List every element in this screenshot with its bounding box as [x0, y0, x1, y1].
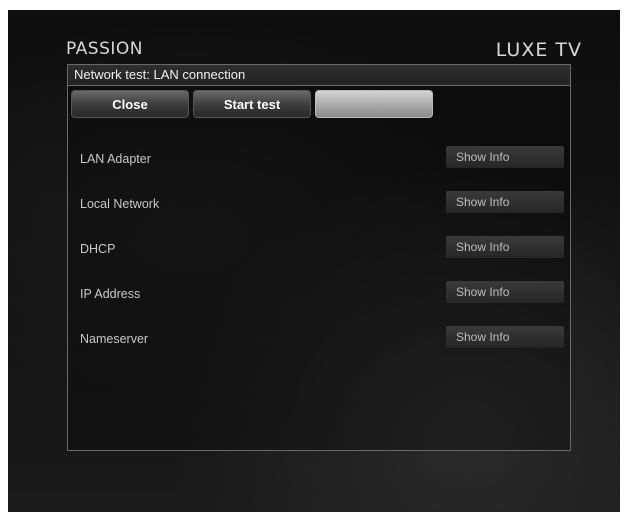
- row-label: IP Address: [80, 287, 141, 301]
- row-label: Nameserver: [80, 332, 149, 346]
- button-row: Close Start test: [71, 90, 433, 118]
- close-button[interactable]: Close: [71, 90, 189, 118]
- show-info-button[interactable]: Show Info: [446, 236, 564, 258]
- show-info-button[interactable]: Show Info: [446, 326, 564, 348]
- row-dhcp: DHCP Show Info: [80, 236, 570, 281]
- row-lan-adapter: LAN Adapter Show Info: [80, 146, 570, 191]
- row-ip-address: IP Address Show Info: [80, 281, 570, 326]
- test-rows: LAN Adapter Show Info Local Network Show…: [80, 146, 570, 371]
- show-info-button[interactable]: Show Info: [446, 191, 564, 213]
- luxe-tv-logo: LUXE TV: [495, 39, 582, 61]
- row-nameserver: Nameserver Show Info: [80, 326, 570, 371]
- row-label: LAN Adapter: [80, 152, 151, 166]
- row-label: DHCP: [80, 242, 116, 256]
- network-test-panel: Network test: LAN connection Close Start…: [67, 64, 571, 451]
- tv-screen: PASSION LUXE TV Network test: LAN connec…: [8, 10, 620, 512]
- row-local-network: Local Network Show Info: [80, 191, 570, 236]
- panel-title: Network test: LAN connection: [67, 64, 571, 85]
- show-info-button[interactable]: Show Info: [446, 146, 564, 168]
- start-test-button[interactable]: Start test: [193, 90, 311, 118]
- panel-body: Close Start test LAN Adapter Show Info L…: [67, 85, 571, 451]
- passion-logo: PASSION: [66, 39, 143, 59]
- selected-empty-button[interactable]: [315, 90, 433, 118]
- show-info-button[interactable]: Show Info: [446, 281, 564, 303]
- row-label: Local Network: [80, 197, 160, 211]
